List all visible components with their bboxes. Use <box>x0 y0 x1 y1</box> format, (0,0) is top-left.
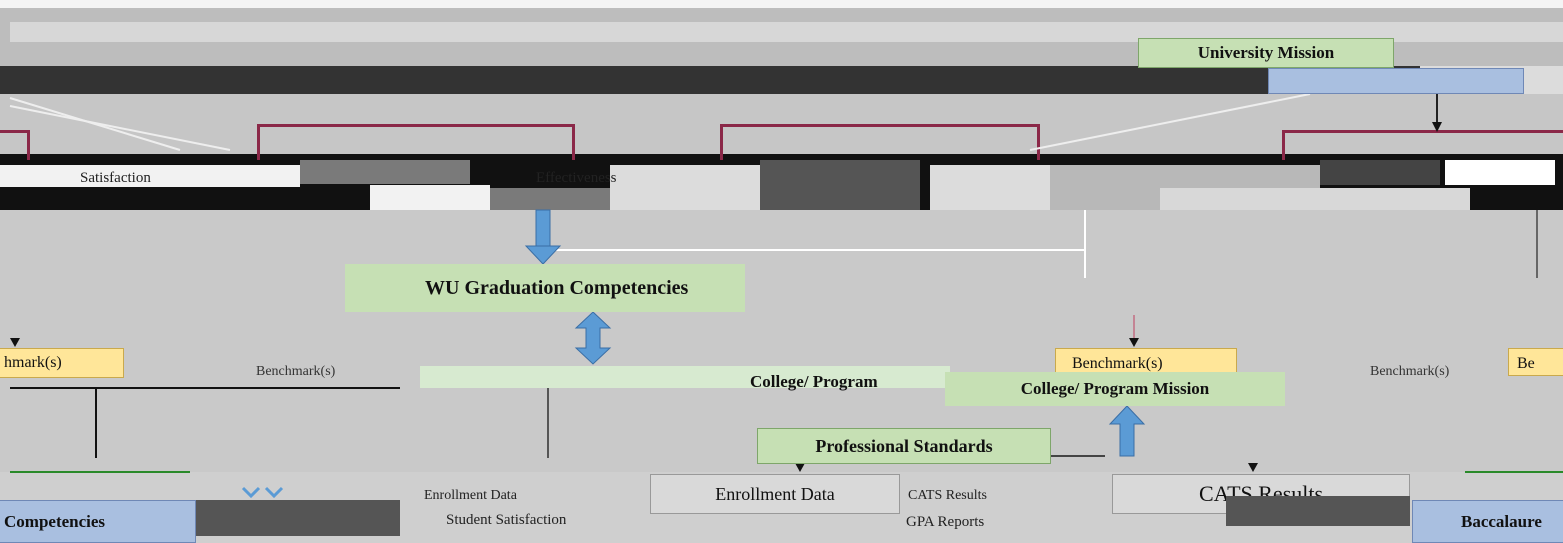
wu-graduation-competencies-box: WU Graduation Competencies <box>345 264 745 312</box>
enrollment-data-box: Enrollment Data <box>650 474 900 514</box>
university-mission-box: University Mission <box>1138 38 1394 68</box>
competencies-box: Competencies <box>0 500 196 543</box>
effectiveness-label: Effectiveness <box>536 170 617 186</box>
blue-arrow-updown <box>574 311 612 365</box>
blue-arrow-up <box>1108 405 1146 457</box>
benchmark-box-far-right: Be <box>1508 348 1563 376</box>
baccalaureate-label: Baccalaure <box>1461 511 1542 531</box>
overlay-patch <box>1226 496 1410 526</box>
gpa-reports-label: GPA Reports <box>906 514 985 530</box>
wu-graduation-competencies-label: WU Graduation Competencies <box>425 276 689 299</box>
satisfaction-label: Satisfaction <box>80 170 151 186</box>
baccalaureate-box: Baccalaure <box>1412 500 1563 543</box>
enrollment-data-small-label: Enrollment Data <box>424 488 517 503</box>
student-satisfaction-label: Student Satisfaction <box>446 512 567 528</box>
overlay-patch <box>196 500 400 536</box>
benchmark-mid-left-label: Benchmark(s) <box>256 364 336 379</box>
university-mission-label: University Mission <box>1197 43 1335 62</box>
college-program-mission-label: College/ Program Mission <box>1020 379 1210 398</box>
diagram-canvas: University Mission Satisfaction Effectiv… <box>0 0 1563 543</box>
competencies-label: Competencies <box>4 511 106 531</box>
college-program-mission-box: College/ Program Mission <box>945 372 1285 406</box>
cats-results-small-label: CATS Results <box>908 488 987 503</box>
professional-standards-box: Professional Standards <box>757 428 1051 464</box>
benchmark-left-label: hmark(s) <box>4 354 62 371</box>
benchmark-mid-right-label: Benchmark(s) <box>1072 355 1163 372</box>
benchmark-right-label: Benchmark(s) <box>1370 364 1450 379</box>
enrollment-data-label: Enrollment Data <box>715 483 835 504</box>
benchmark-box-left: hmark(s) <box>0 348 124 378</box>
blue-arrow-down <box>524 209 562 265</box>
college-program-label: College/ Program <box>750 372 878 391</box>
benchmark-far-right-label: Be <box>1517 355 1535 372</box>
professional-standards-label: Professional Standards <box>815 435 993 456</box>
blue-header-box <box>1268 68 1524 94</box>
